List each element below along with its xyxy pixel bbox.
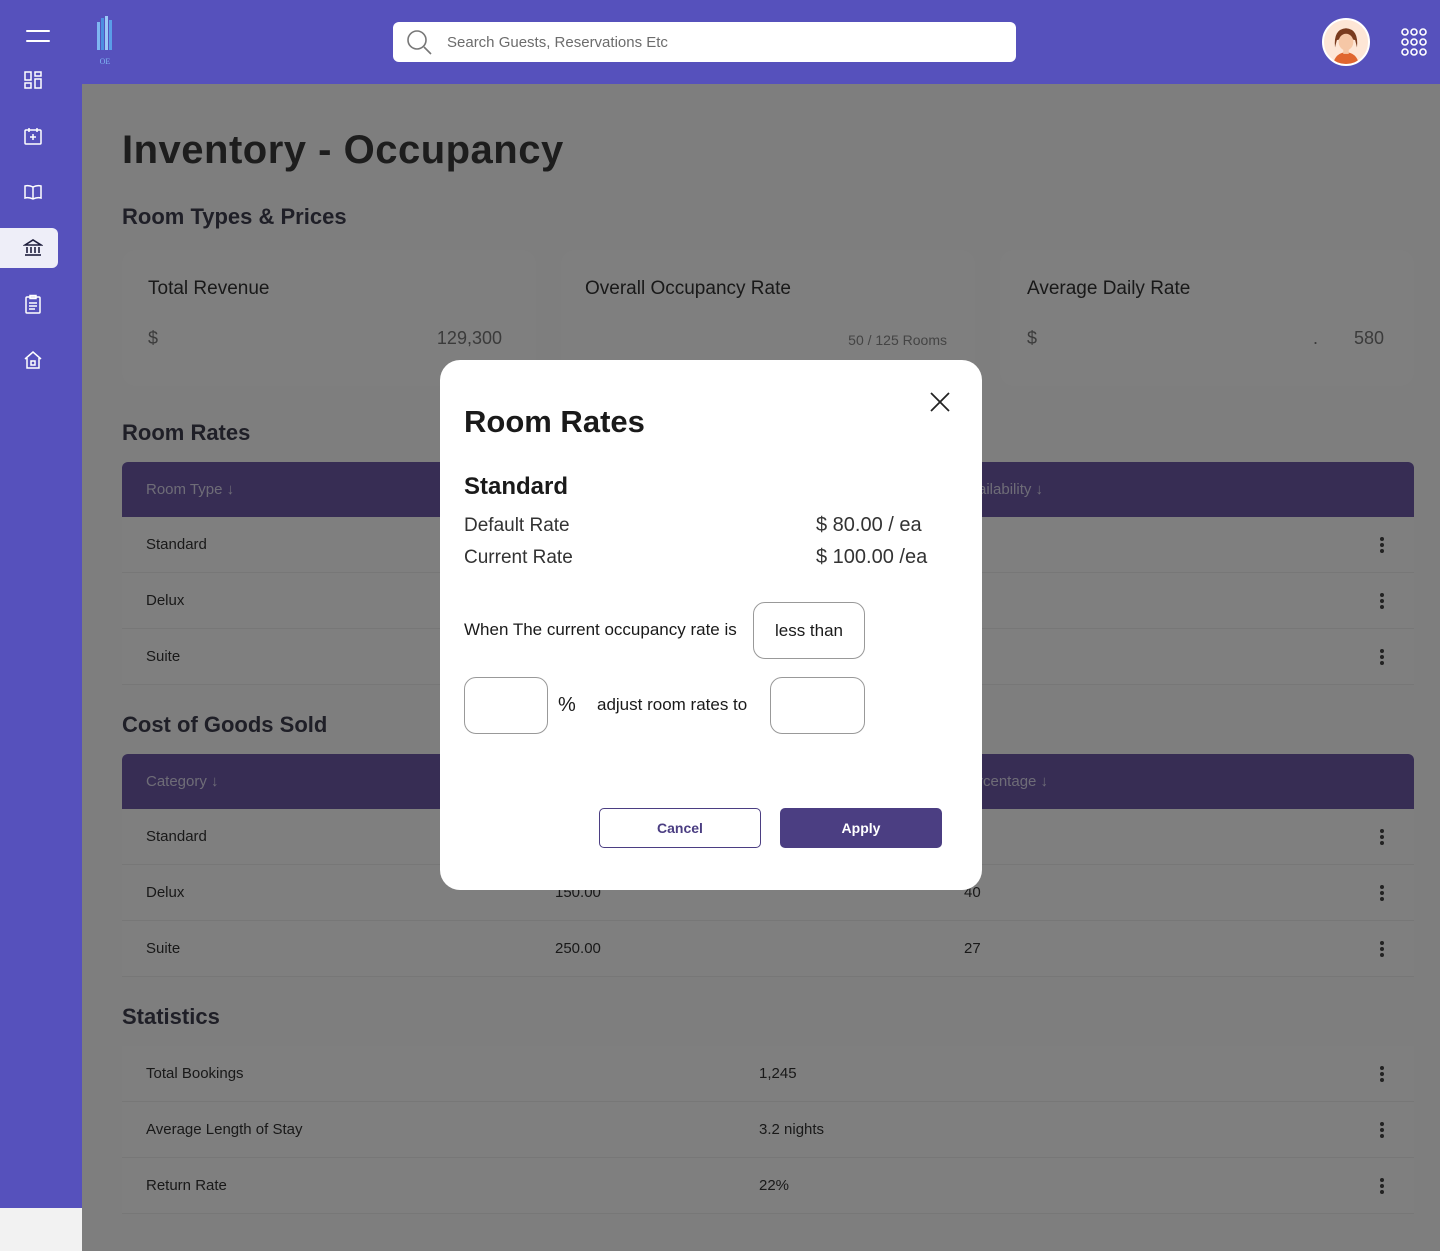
sidebar-footer (0, 1208, 82, 1251)
occupancy-percent-input[interactable] (464, 677, 548, 734)
app-logo[interactable]: OE (94, 16, 116, 68)
sidebar-item-dashboard[interactable] (0, 60, 58, 100)
sidebar-item-inventory[interactable] (0, 228, 58, 268)
apps-grid-icon[interactable] (1401, 28, 1427, 56)
current-rate-value: $ 100.00 /ea (816, 546, 928, 568)
modal-title: Room Rates (464, 404, 645, 439)
comparator-select[interactable]: less than (753, 602, 865, 659)
book-icon (24, 184, 42, 200)
cancel-button[interactable]: Cancel (599, 808, 761, 848)
search-bar[interactable] (393, 22, 1016, 62)
user-avatar[interactable] (1322, 18, 1370, 66)
calendar-icon (24, 128, 42, 145)
sidebar-item-reports[interactable] (0, 284, 58, 324)
adjust-label: adjust room rates to (597, 695, 748, 714)
dashboard-icon (24, 71, 42, 89)
menu-icon[interactable] (26, 30, 50, 44)
room-rates-modal: Room Rates Standard Default Rate $ 80.00… (440, 360, 982, 890)
current-rate-label: Current Rate (464, 547, 573, 568)
default-rate-value: $ 80.00 / ea (816, 514, 922, 536)
apply-button[interactable]: Apply (780, 808, 942, 848)
search-icon (407, 30, 432, 55)
condition-label: When The current occupancy rate is (464, 620, 737, 639)
bank-icon (23, 239, 43, 256)
close-icon (930, 392, 950, 412)
sidebar-item-book[interactable] (0, 172, 58, 212)
sidebar-item-home[interactable] (0, 340, 58, 380)
default-rate-label: Default Rate (464, 515, 570, 536)
sidebar-item-calendar[interactable] (0, 116, 58, 156)
svg-text:OE: OE (100, 57, 111, 66)
logo-icon: OE (97, 16, 112, 66)
search-input[interactable] (447, 33, 987, 51)
new-rate-input[interactable] (770, 677, 865, 734)
room-type-name: Standard (464, 473, 569, 500)
house-icon (24, 351, 42, 369)
close-button[interactable] (928, 390, 952, 414)
avatar-icon (1324, 20, 1368, 64)
clipboard-icon (25, 294, 41, 314)
percent-sign: % (558, 694, 576, 716)
sidebar (0, 0, 82, 1208)
